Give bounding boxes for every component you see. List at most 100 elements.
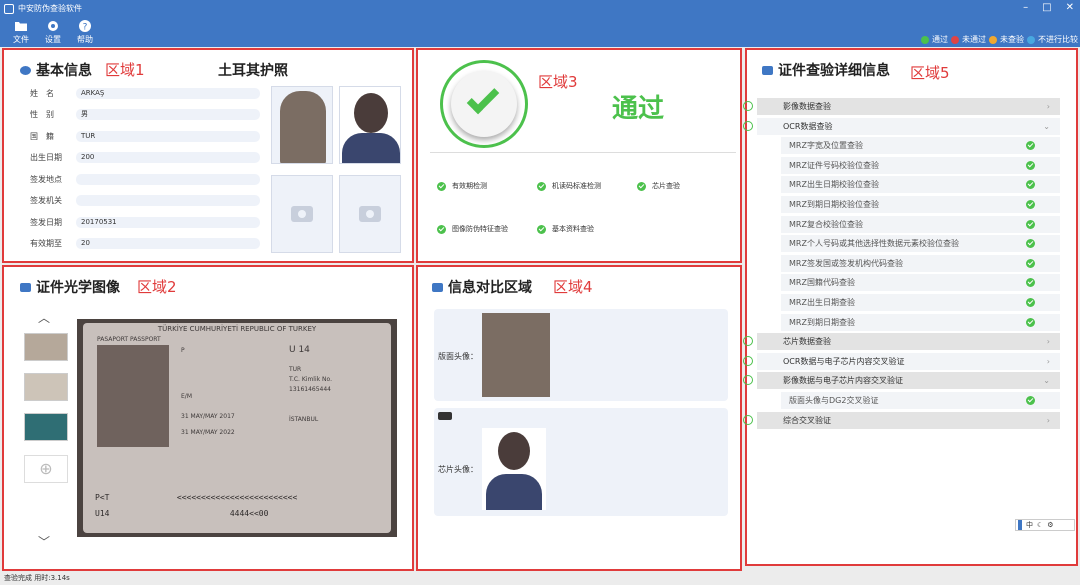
settings-small-icon: ⚙ <box>1047 521 1054 529</box>
thumbnail-uv[interactable] <box>24 413 68 441</box>
pass-check-icon <box>1026 396 1035 405</box>
check-label: 基本资料查验 <box>552 225 594 233</box>
detail-subitem[interactable]: MRZ复合校验位查验 <box>781 215 1060 233</box>
status-ok-icon <box>743 414 753 425</box>
field-label: 国 籍 <box>30 131 54 141</box>
add-image-button[interactable]: ⊕ <box>24 455 68 483</box>
empty-photo-slot[interactable] <box>271 175 333 253</box>
detail-subitem[interactable]: MRZ签发国或签发机构代码查验 <box>781 254 1060 272</box>
chip-face-body <box>486 474 542 510</box>
field-value[interactable]: 200 <box>76 152 260 163</box>
pass-check-icon <box>1026 219 1035 229</box>
detail-label: OCR数据与电子芯片内容交叉验证 <box>783 356 905 366</box>
help-button[interactable]: ? 帮助 <box>70 19 100 45</box>
detail-label: MRZ到期日期查验 <box>789 317 855 327</box>
passport-id-no: 13161465444 <box>289 386 331 393</box>
detail-title-text: 证件查验详细信息 <box>778 63 890 79</box>
detail-subitem[interactable]: MRZ出生日期查验 <box>781 294 1060 311</box>
field-label: 签发机关 <box>30 196 62 205</box>
passport-header: TÜRKİYE CUMHURİYETİ REPUBLIC OF TURKEY <box>157 325 317 333</box>
field-label: 有效期至 <box>30 239 62 248</box>
minimize-icon[interactable]: – <box>1023 2 1028 13</box>
unchecked-icon <box>989 35 997 44</box>
field-value[interactable]: 男 <box>76 109 260 120</box>
check-label: 机读码标准检测 <box>552 182 601 190</box>
scroll-down-icon[interactable]: ﹀ <box>38 533 50 550</box>
detail-label: MRZ出生日期查验 <box>789 298 855 307</box>
detail-subitem[interactable]: MRZ到期日期查验 <box>781 313 1060 331</box>
no-compare-icon <box>1027 35 1035 44</box>
passport-expiry: 31 MAY/MAY 2022 <box>181 429 235 436</box>
legend-fail: 未通过 <box>962 35 986 44</box>
detail-item[interactable]: 影像数据与电子芯片内容交叉验证 ⌄ <box>743 372 1060 390</box>
maximize-icon[interactable]: □ <box>1042 2 1051 13</box>
image-icon <box>20 282 31 292</box>
chip-photo-label: 芯片头像： <box>438 465 478 474</box>
detail-subitem[interactable]: MRZ个人号码或其他选择性数据元素校验位查验 <box>781 235 1060 253</box>
scroll-up-icon[interactable]: ︿ <box>38 309 50 326</box>
detail-item[interactable]: 影像数据查验 › <box>743 98 1060 115</box>
zone-1-label: 区域1 <box>105 61 145 79</box>
detail-subitem[interactable]: MRZ字宽及位置查验 <box>781 137 1060 155</box>
field-value[interactable]: ARKAŞ <box>76 87 260 99</box>
compare-title-text: 信息对比区域 <box>448 280 532 296</box>
detail-item[interactable]: 芯片数据查验 › <box>743 333 1060 351</box>
detail-subitem[interactable]: MRZ出生日期校验位查验 <box>781 176 1060 194</box>
passport-right-fields: TUR T.C. Kimlik No. 13161465444 İSTANBUL <box>289 365 332 425</box>
passport-scan: TÜRKİYE CUMHURİYETİ REPUBLIC OF TURKEY P… <box>77 319 397 537</box>
thumbnail-ir[interactable] <box>24 373 68 401</box>
gear-icon <box>48 21 58 31</box>
file-button[interactable]: 文件 <box>6 19 36 45</box>
close-icon[interactable]: ✕ <box>1066 2 1074 13</box>
detail-item[interactable]: OCR数据与电子芯片内容交叉验证 › <box>743 352 1060 370</box>
chip-face-head <box>498 432 530 470</box>
pass-check-icon <box>1026 258 1035 268</box>
check-item: 图像防伪特征查验 <box>437 224 508 234</box>
detail-subitem[interactable]: MRZ到期日期校验位查验 <box>781 196 1060 213</box>
help-icon: ? <box>79 20 91 33</box>
empty-photo-slot[interactable] <box>339 175 401 253</box>
optical-title: 证件光学图像 <box>20 277 120 297</box>
status-ok-icon <box>743 120 753 131</box>
thumbnail-visible[interactable] <box>24 333 68 361</box>
passport-number: U 14 <box>289 345 310 355</box>
field-value[interactable]: 20170531 <box>76 216 260 228</box>
legend-pass: 通过 <box>932 35 948 44</box>
detail-subitem[interactable]: 版面头像与DG2交叉验证 <box>781 392 1060 409</box>
ime-toolbar[interactable]: 中 ☾ ⚙ <box>1015 519 1075 531</box>
field-value[interactable]: 20 <box>76 238 260 249</box>
document-photo[interactable] <box>271 86 333 164</box>
pass-check-icon <box>1026 160 1035 170</box>
detail-item[interactable]: OCR数据查验 ⌄ <box>743 117 1060 135</box>
mrz-line-1: P<T <<<<<<<<<<<<<<<<<<<<<<<<< <box>95 493 298 502</box>
field-row: 国 籍 TUR <box>30 130 260 142</box>
detail-label: MRZ签发国或签发机构代码查验 <box>789 258 903 268</box>
field-value[interactable]: TUR <box>76 130 260 142</box>
detail-subitem[interactable]: MRZ国籍代码查验 <box>781 274 1060 292</box>
chip-photo[interactable] <box>339 86 401 164</box>
field-label: 性 别 <box>30 110 54 119</box>
pass-check-icon <box>1026 278 1035 288</box>
optical-title-text: 证件光学图像 <box>36 280 120 296</box>
check-label: 有效期检测 <box>452 182 487 190</box>
field-value[interactable] <box>76 195 260 206</box>
detail-subitem[interactable]: MRZ证件号码校验位查验 <box>781 156 1060 174</box>
chevron-icon: › <box>1046 102 1050 111</box>
detail-label: OCR数据查验 <box>783 121 833 131</box>
passport-type-code: P <box>181 347 185 354</box>
front-compare-box: 版面头像： <box>434 309 728 401</box>
pass-check-icon <box>1026 239 1035 249</box>
portrait-head <box>354 93 388 133</box>
chevron-icon: › <box>1046 356 1050 366</box>
check-mark <box>466 81 500 115</box>
help-label: 帮助 <box>77 35 93 44</box>
field-value[interactable] <box>76 173 260 185</box>
pass-check-icon <box>1026 180 1035 190</box>
app-icon <box>4 3 14 14</box>
chevron-icon: › <box>1046 337 1050 347</box>
detail-item[interactable]: 综合交叉验证 › <box>743 411 1060 429</box>
check-item: 基本资料查验 <box>537 224 594 234</box>
detail-label: MRZ字宽及位置查验 <box>789 141 863 151</box>
field-label: 签发日期 <box>30 217 62 227</box>
settings-button[interactable]: 设置 <box>38 19 68 45</box>
